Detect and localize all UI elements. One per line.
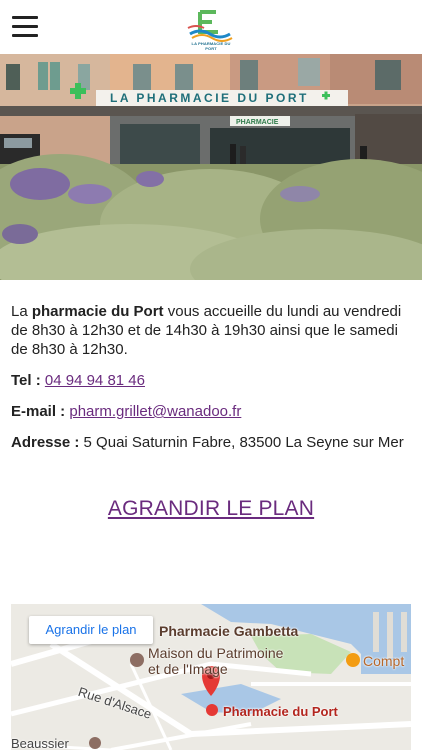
pharmacy-name: pharmacie du Port [31, 303, 164, 320]
address-value: 5 Quai Saturnin Fabre, 83500 La Seyne su… [83, 434, 404, 451]
map-label-compt: Compt [363, 653, 405, 669]
map-label-pharmacie-port: Pharmacie du Port [223, 704, 338, 719]
map-enlarge-button[interactable]: Agrandir le plan [29, 616, 153, 644]
phone-line: Tel : 04 94 94 81 46 [11, 371, 411, 390]
map-label-gambetta: Pharmacie Gambetta [159, 623, 299, 639]
opening-hours-text: La pharmacie du Port vous accueille du l… [11, 303, 402, 358]
storefront-photo: LA PHARMACIE DU PORT PHARMACIE [0, 54, 422, 280]
hamburger-menu-icon[interactable] [12, 16, 38, 38]
map-label-beaussier: Beaussier [11, 736, 69, 750]
logo-text: LA PHARMACIE DU PORT [191, 41, 231, 51]
phone-link[interactable]: 04 94 94 81 46 [45, 372, 145, 389]
address-line: Adresse : 5 Quai Saturnin Fabre, 83500 L… [11, 433, 411, 452]
email-label: E-mail : [11, 403, 70, 420]
address-label: Adresse : [11, 434, 84, 451]
pharmacy-info: La pharmacie du Port vous accueille du l… [11, 302, 411, 464]
email-line: E-mail : pharm.grillet@wanadoo.fr [11, 402, 411, 421]
map-label-maison-1: Maison du Patrimoine [148, 645, 284, 661]
email-link[interactable]: pharm.grillet@wanadoo.fr [69, 403, 241, 420]
app-header: LA PHARMACIE DU PORT [0, 0, 422, 54]
logo-emblem-icon [187, 10, 233, 42]
phone-label: Tel : [11, 372, 45, 389]
google-map[interactable]: Agrandir le plan Pharmacie Gambetta Mais… [11, 604, 411, 750]
map-label-maison-2: et de l'Image [148, 661, 228, 677]
pharmacy-logo[interactable]: LA PHARMACIE DU PORT [186, 6, 236, 51]
storefront-small-sign: PHARMACIE [236, 119, 279, 126]
enlarge-plan-link[interactable]: AGRANDIR LE PLAN [0, 497, 422, 521]
storefront-sign-text: LA PHARMACIE DU PORT [110, 91, 309, 105]
